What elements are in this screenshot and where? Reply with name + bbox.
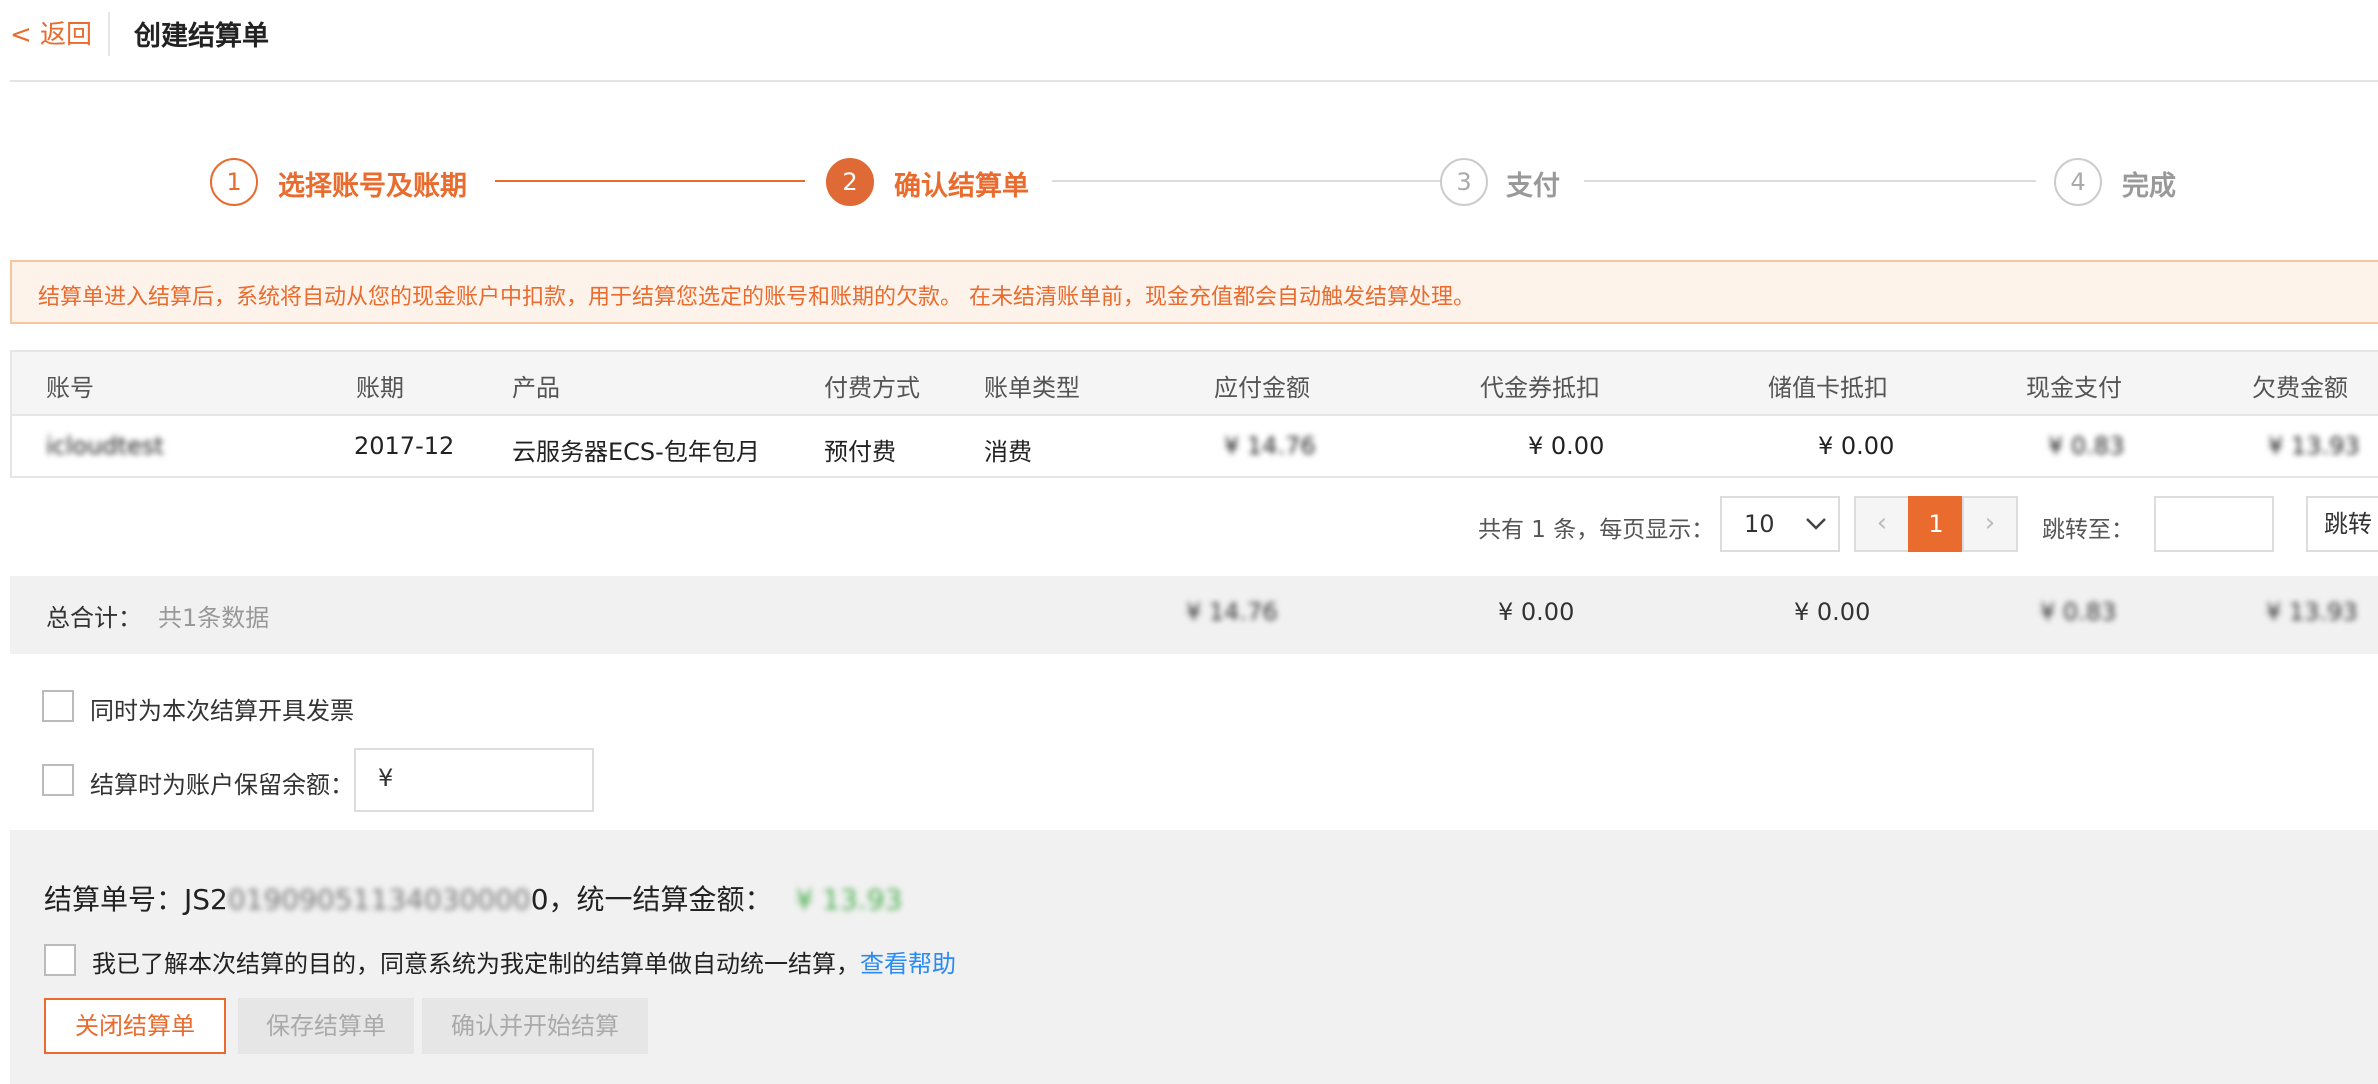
settlement-number-label: 结算单号：JS2 xyxy=(44,883,228,916)
step-4-circle: 4 xyxy=(2054,158,2102,206)
cell-card: ¥ 0.00 xyxy=(1818,432,1895,460)
totals-cash: ¥ 0.83 xyxy=(2040,598,2117,626)
notice-text: 结算单进入结算后，系统将自动从您的现金账户中扣款，用于结算您选定的账号和账期的欠… xyxy=(38,285,1475,310)
cell-bill-type: 消费 xyxy=(984,438,1032,466)
col-product: 产品 xyxy=(512,374,560,402)
table-header: 账号 账期 产品 付费方式 账单类型 应付金额 代金券抵扣 储值卡抵扣 现金支付… xyxy=(12,352,2378,416)
col-bill-type: 账单类型 xyxy=(984,374,1080,402)
settlement-number-hidden: 01909051134030000 xyxy=(227,883,531,916)
step-1-label: 选择账号及账期 xyxy=(278,171,467,202)
step-connector-1 xyxy=(495,180,805,182)
step-connector-2 xyxy=(1052,180,1440,182)
agree-text: 我已了解本次结算的目的，同意系统为我定制的结算单做自动统一结算， xyxy=(92,950,860,978)
col-account: 账号 xyxy=(46,374,94,402)
chevron-down-icon xyxy=(1806,518,1826,530)
cell-cash: ¥ 0.83 xyxy=(2048,432,2125,460)
cell-account: icloudtest xyxy=(46,432,164,460)
totals-payable: ¥ 14.76 xyxy=(1186,598,1278,626)
jump-page-input[interactable] xyxy=(2154,496,2274,552)
pagination-summary: 共有 1 条，每页显示： xyxy=(1478,517,1715,543)
reserve-balance-checkbox[interactable] xyxy=(42,764,74,796)
cell-payment: 预付费 xyxy=(824,438,896,466)
totals-card: ¥ 0.00 xyxy=(1794,598,1871,626)
invoice-label: 同时为本次结算开具发票 xyxy=(90,697,354,725)
step-3-circle: 3 xyxy=(1440,158,1488,206)
help-link[interactable]: 查看帮助 xyxy=(860,950,956,978)
totals-row: 总合计： 共1条数据 ¥ 14.76 ¥ 0.00 ¥ 0.00 ¥ 0.83 … xyxy=(10,576,2378,654)
close-settlement-button[interactable]: 关闭结算单 xyxy=(44,998,226,1054)
cell-period: 2017-12 xyxy=(354,432,455,460)
agree-checkbox[interactable] xyxy=(44,944,76,976)
step-1-circle: 1 xyxy=(210,158,258,206)
col-period: 账期 xyxy=(356,374,404,402)
settlement-info: 结算单号：JS2019090511340300000，统一结算金额： ¥ 13.… xyxy=(44,878,902,918)
col-payment: 付费方式 xyxy=(824,374,920,402)
totals-count: 共1条数据 xyxy=(158,604,270,632)
cell-payable: ¥ 14.76 xyxy=(1224,432,1316,460)
currency-prefix: ¥ xyxy=(378,764,394,792)
settlement-amount-label: 0，统一结算金额： xyxy=(530,883,773,916)
reserve-amount-input[interactable]: ¥ xyxy=(354,748,594,812)
col-cash: 现金支付 xyxy=(2026,374,2122,402)
header-divider xyxy=(108,12,110,56)
jump-button[interactable]: 跳转 xyxy=(2306,496,2378,552)
page-size-value: 10 xyxy=(1744,510,1775,538)
bill-table: 账号 账期 产品 付费方式 账单类型 应付金额 代金券抵扣 储值卡抵扣 现金支付… xyxy=(10,350,2378,478)
page-size-select[interactable]: 10 xyxy=(1720,496,1840,552)
header-rule xyxy=(10,80,2378,82)
col-card: 储值卡抵扣 xyxy=(1768,374,1888,402)
cell-owed: ¥ 13.93 xyxy=(2268,432,2360,460)
totals-coupon: ¥ 0.00 xyxy=(1498,598,1575,626)
col-coupon: 代金券抵扣 xyxy=(1480,374,1600,402)
col-payable: 应付金额 xyxy=(1214,374,1310,402)
invoice-checkbox[interactable] xyxy=(42,690,74,722)
step-3-label: 支付 xyxy=(1506,171,1560,202)
back-link[interactable]: < 返回 xyxy=(10,14,92,51)
prev-page-button[interactable]: ‹ xyxy=(1854,496,1910,552)
notice-banner: 结算单进入结算后，系统将自动从您的现金账户中扣款，用于结算您选定的账号和账期的欠… xyxy=(10,260,2378,324)
jump-label: 跳转至： xyxy=(2042,517,2134,543)
reserve-balance-label: 结算时为账户保留余额： xyxy=(90,771,354,799)
step-2-label: 确认结算单 xyxy=(894,171,1029,202)
step-connector-3 xyxy=(1584,180,2036,182)
page-1-button[interactable]: 1 xyxy=(1908,496,1964,552)
confirm-settlement-button[interactable]: 确认并开始结算 xyxy=(422,998,648,1054)
totals-label: 总合计： xyxy=(46,604,142,632)
settlement-panel: 结算单号：JS2019090511340300000，统一结算金额： ¥ 13.… xyxy=(10,830,2378,1084)
totals-owed: ¥ 13.93 xyxy=(2266,598,2358,626)
col-owed: 欠费金额 xyxy=(2252,374,2348,402)
step-2-circle: 2 xyxy=(826,158,874,206)
page-title: 创建结算单 xyxy=(134,21,269,52)
cell-product: 云服务器ECS-包年包月 xyxy=(512,438,760,466)
cell-coupon: ¥ 0.00 xyxy=(1528,432,1605,460)
save-settlement-button[interactable]: 保存结算单 xyxy=(238,998,414,1054)
agree-statement: 我已了解本次结算的目的，同意系统为我定制的结算单做自动统一结算，查看帮助 xyxy=(92,944,956,979)
settlement-amount: ¥ 13.93 xyxy=(795,883,903,916)
step-4-label: 完成 xyxy=(2122,171,2176,202)
next-page-button[interactable]: › xyxy=(1962,496,2018,552)
